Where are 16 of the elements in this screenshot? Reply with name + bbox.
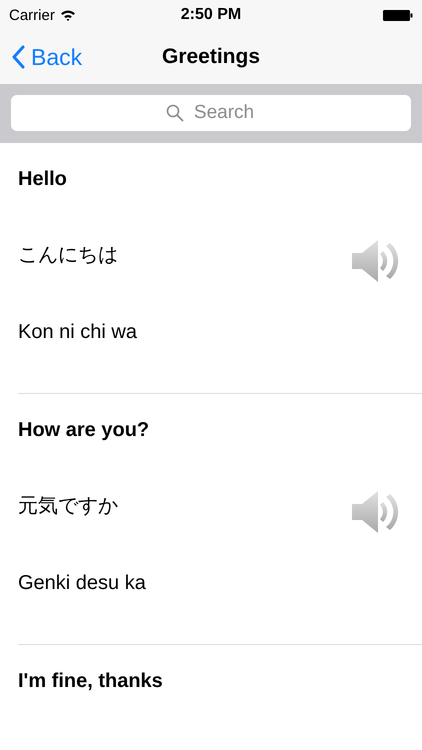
phrase-english: How are you? (18, 418, 150, 442)
status-time: 2:50 PM (180, 6, 242, 23)
phrase-english: Hello (18, 168, 67, 190)
phrase-english: I'm fine, thanks (18, 670, 163, 692)
carrier-name: Carrier (9, 6, 55, 24)
search-icon (166, 104, 184, 122)
phrase-romaji: Kon ni chi wa (18, 320, 137, 344)
phrase-romaji: Genki desu ka (18, 572, 146, 594)
battery-icon (383, 10, 413, 20)
search-field[interactable]: Search (11, 95, 411, 131)
screen-title: Greetings (162, 45, 260, 68)
chevron-left-icon (11, 45, 25, 69)
wifi-icon (60, 9, 76, 21)
phrase-japanese: こんにちは (18, 242, 118, 268)
phrase-japanese: 元気ですか (18, 494, 118, 518)
back-button[interactable]: Back (0, 44, 82, 70)
